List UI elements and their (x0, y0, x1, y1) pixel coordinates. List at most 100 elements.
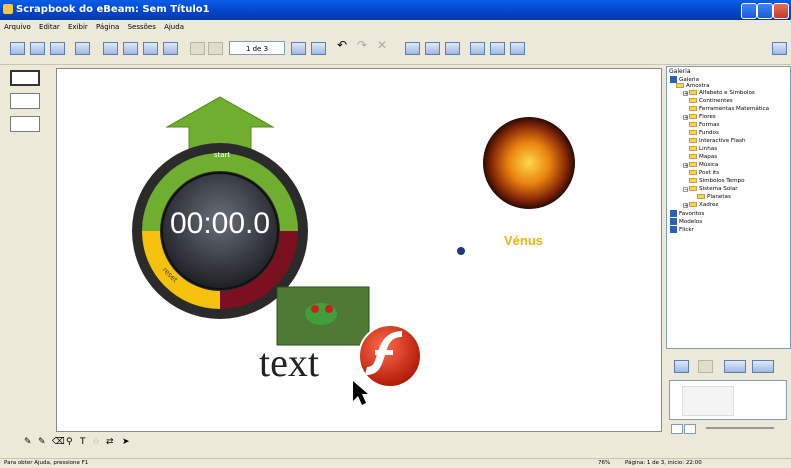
link-tool-icon[interactable]: ⇄ (106, 437, 114, 447)
start-arrow (165, 96, 275, 150)
preview-thumbnail[interactable] (682, 386, 734, 416)
select-tool-button[interactable] (10, 70, 40, 86)
gallery-title: Galeria (669, 68, 691, 75)
link-tool-button[interactable] (10, 116, 40, 132)
record-button[interactable] (445, 42, 460, 55)
highlighter-icon[interactable]: ✎ (38, 437, 46, 447)
small-dot (457, 247, 465, 255)
delete-icon[interactable]: ✕ (377, 38, 392, 52)
list-view-icon[interactable] (684, 424, 696, 434)
tree-node-modelos[interactable]: Modelos (670, 218, 702, 226)
tree-node-formas[interactable]: Formas (689, 122, 719, 129)
menu-sessoes[interactable]: Sessões (128, 23, 156, 31)
page-indicator: 1 de 3 (229, 41, 285, 55)
gallery-toggle-button[interactable] (470, 42, 485, 55)
expand-icon[interactable]: + (683, 203, 688, 209)
new-page-button[interactable] (75, 42, 90, 55)
grid-view-icon[interactable] (671, 424, 683, 434)
tree-node-fundos[interactable]: Fundos (689, 130, 719, 137)
tree-node-xadrez[interactable]: Xadrez (689, 202, 718, 209)
zoom-slider[interactable] (706, 427, 774, 429)
shape-tool-icon[interactable]: ☆ (92, 437, 100, 447)
tree-node-flickr[interactable]: Flickr (670, 226, 694, 234)
duplicate-page-button[interactable] (123, 42, 138, 55)
view-single-button[interactable] (10, 42, 25, 55)
menu-exibir[interactable]: Exibir (68, 23, 88, 31)
tree-node-simbolos-tempo[interactable]: Símbolos Tempo (689, 178, 745, 185)
tree-node-amostra[interactable]: Amostra (676, 83, 710, 90)
menu-pagina[interactable]: Página (96, 23, 119, 31)
venus-image (483, 117, 575, 209)
refresh-gallery-button[interactable] (674, 360, 689, 373)
first-page-button[interactable] (190, 42, 205, 55)
settings-button[interactable] (510, 42, 525, 55)
pointer-icon[interactable]: ➤ (122, 437, 130, 447)
delete-gallery-item-button[interactable] (698, 360, 713, 373)
undo-icon[interactable]: ↶ (337, 38, 352, 52)
view-full-button[interactable] (50, 42, 65, 55)
folder-icon (689, 98, 697, 103)
text-object[interactable]: text (259, 341, 319, 385)
tree-node-mapas[interactable]: Mapas (689, 154, 717, 161)
tree-node-favoritos[interactable]: Favoritos (670, 210, 704, 218)
expand-icon[interactable]: + (683, 115, 688, 121)
previous-page-button[interactable] (208, 42, 223, 55)
tree-node-ferramentas[interactable]: Ferramentas Matemática (689, 106, 769, 113)
menu-arquivo[interactable]: Arquivo (4, 23, 31, 31)
tree-node-interactive-flash[interactable]: Interactive Flash (689, 138, 746, 145)
tree-node-continentes[interactable]: Continentes (689, 98, 733, 105)
maximize-button[interactable] (757, 3, 773, 19)
pen-icon[interactable]: ✎ (24, 437, 32, 447)
delete-page-button[interactable] (143, 42, 158, 55)
collapse-icon[interactable]: − (683, 187, 688, 193)
folder-icon (697, 194, 705, 199)
page-tool-button[interactable] (10, 93, 40, 109)
zoom-icon[interactable]: ⚲ (66, 437, 73, 447)
clear-page-button[interactable] (163, 42, 178, 55)
export-gallery-button[interactable] (752, 360, 774, 373)
menu-editar[interactable]: Editar (39, 23, 60, 31)
canvas-art (132, 96, 575, 405)
menu-bar: Arquivo Editar Exibir Página Sessões Aju… (0, 20, 791, 34)
view-thumbnails-button[interactable] (30, 42, 45, 55)
tree-node-post-its[interactable]: Post its (689, 170, 719, 177)
timer-start-label[interactable]: start (162, 151, 282, 159)
folder-icon (689, 170, 697, 175)
tree-node-musica[interactable]: Música (689, 162, 718, 169)
next-page-button[interactable] (291, 42, 306, 55)
folder-icon (689, 162, 697, 167)
text-tool-icon[interactable]: T (80, 437, 86, 447)
folder-icon (689, 178, 697, 183)
present-button[interactable] (490, 42, 505, 55)
expand-icon[interactable]: + (683, 91, 688, 97)
panel-toggle-button[interactable] (772, 42, 787, 55)
share-button[interactable] (425, 42, 440, 55)
eraser-icon[interactable]: ⌫ (52, 437, 65, 447)
folder-icon (689, 130, 697, 135)
title-bar: Scrapbook do eBeam: Sem Título1 (0, 0, 791, 20)
insert-image-button[interactable] (103, 42, 118, 55)
import-gallery-button[interactable] (724, 360, 746, 373)
last-page-button[interactable] (311, 42, 326, 55)
folder-icon (689, 106, 697, 111)
redo-icon[interactable]: ↷ (357, 38, 372, 52)
tree-node-sistema-solar[interactable]: Sistema Solar (689, 186, 738, 193)
tree-node-planetas[interactable]: Planetas (697, 194, 731, 201)
checkbox-icon (670, 76, 677, 83)
tree-node-alfabeto[interactable]: Alfabeto e Símbolos (689, 90, 755, 97)
gallery-panel: Galeria Galeria Amostra + Alfabeto e Sím… (666, 66, 791, 349)
folder-icon (689, 122, 697, 127)
scrapbook-canvas[interactable]: start 00:00.0 reset Vénus text (56, 68, 662, 432)
close-button[interactable] (773, 3, 789, 19)
folder-icon (689, 138, 697, 143)
checkbox-icon (670, 226, 677, 233)
toolbar: ↶ ↷ ✕ (0, 34, 791, 65)
minimize-button[interactable] (741, 3, 757, 19)
folder-icon (689, 154, 697, 159)
menu-ajuda[interactable]: Ajuda (164, 23, 184, 31)
capture-button[interactable] (405, 42, 420, 55)
expand-icon[interactable]: + (683, 163, 688, 169)
tree-node-linhas[interactable]: Linhas (689, 146, 717, 153)
window-title: Scrapbook do eBeam: Sem Título1 (16, 4, 210, 15)
tree-node-flores[interactable]: Flores (689, 114, 716, 121)
